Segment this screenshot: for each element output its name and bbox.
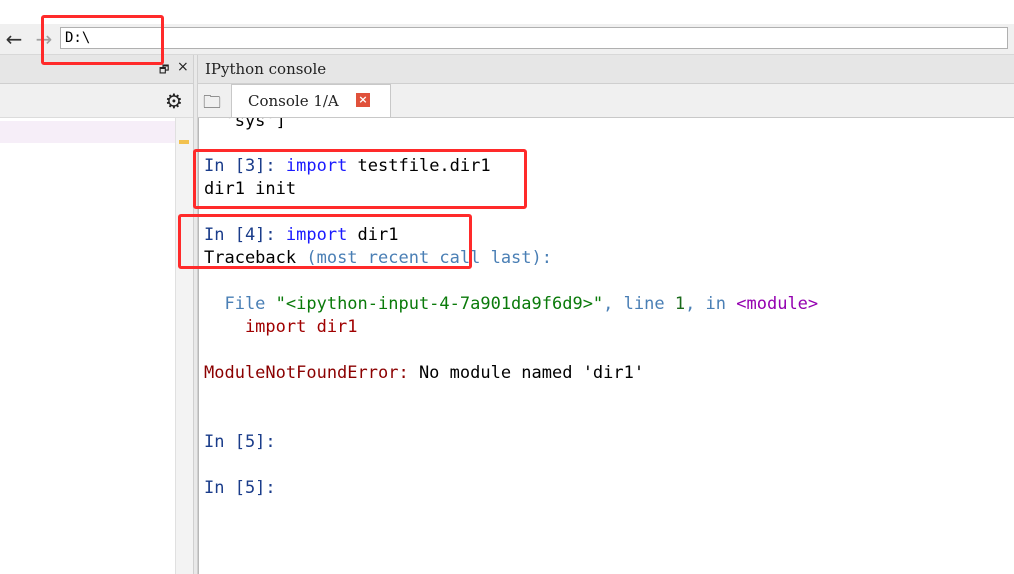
console-prompt: In [5]: <box>204 432 276 452</box>
console-prompt[interactable]: In [5]: <box>204 478 276 498</box>
ipython-console-header: IPython console <box>198 55 1014 84</box>
tab-label: Console 1/A <box>248 92 339 110</box>
tab-close-icon[interactable]: × <box>356 93 370 107</box>
close-icon[interactable]: × <box>177 59 189 75</box>
left-pane-content[interactable] <box>0 118 175 574</box>
working-directory-input[interactable]: D:\ <box>60 27 1008 49</box>
top-strip <box>0 0 1014 24</box>
folder-icon[interactable]: 🗀 <box>203 90 221 120</box>
console-output[interactable]: 'sys'] In [3]: import testfile.dir1 dir1… <box>198 118 1014 574</box>
console-line: Traceback (most recent call last): <box>204 248 552 268</box>
console-line: dir1 init <box>204 179 297 199</box>
back-arrow-icon[interactable]: ← <box>3 28 25 50</box>
tab-console-1a[interactable]: Console 1/A × <box>231 84 391 117</box>
console-line: ModuleNotFoundError: No module named 'di… <box>204 363 645 383</box>
console-line: import dir1 <box>204 317 358 337</box>
left-pane-scrollbar[interactable] <box>175 118 194 574</box>
pane-title: IPython console <box>205 60 327 78</box>
selected-row-highlight[interactable] <box>0 121 175 143</box>
scrollbar-marker <box>179 140 189 144</box>
console-line: 'sys'] <box>204 118 286 131</box>
console-line: In [4]: import dir1 <box>204 225 399 245</box>
left-pane-toolbar: ⚙ <box>0 84 193 118</box>
forward-arrow-icon[interactable]: → <box>33 28 55 50</box>
left-pane-header: 🗗 × <box>0 55 193 84</box>
console-tab-bar: 🗀 Console 1/A × <box>198 84 1014 118</box>
gear-icon[interactable]: ⚙ <box>165 89 183 113</box>
console-line: File "<ipython-input-4-7a901da9f6d9>", l… <box>204 294 819 314</box>
undock-icon[interactable]: 🗗 <box>159 61 169 80</box>
path-toolbar: ← → D:\ <box>0 24 1014 55</box>
console-line: In [3]: import testfile.dir1 <box>204 156 491 176</box>
